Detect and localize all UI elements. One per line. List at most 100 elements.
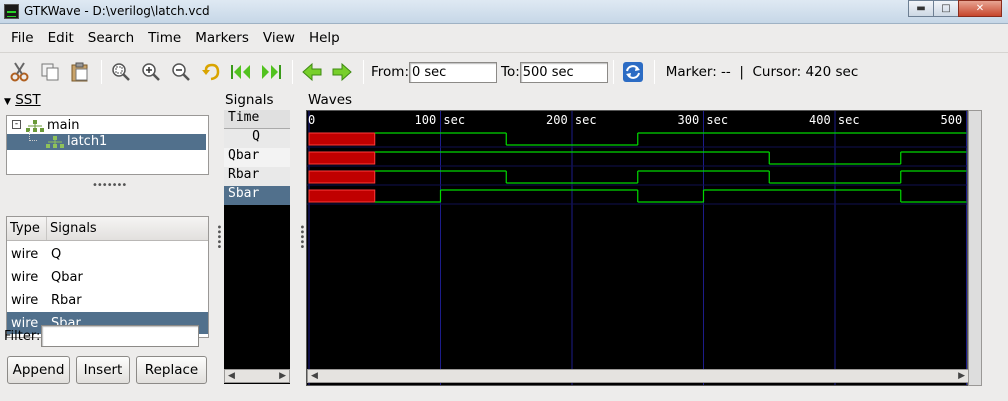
zoom-fit-icon[interactable] <box>107 58 135 86</box>
sst-tree: - main latch1 <box>6 115 209 175</box>
collapse-arrow-icon[interactable]: ▼ <box>4 97 11 107</box>
waveform-plot[interactable]: 0 100 sec 200 sec 300 sec 400 sec 500 s <box>307 111 968 386</box>
copy-icon[interactable] <box>36 58 64 86</box>
window-title: GTKWave - D:\verilog\latch.vcd <box>24 4 210 18</box>
signal-row-sbar[interactable]: Sbar <box>224 186 290 205</box>
sst-signal-list: Type Signals wire Q wire Qbar wire Rbar … <box>6 216 209 338</box>
prev-icon[interactable] <box>298 58 326 86</box>
menu-search[interactable]: Search <box>81 30 141 46</box>
signals-horizontal-scrollbar[interactable]: ◀ ▶ <box>224 369 290 383</box>
time-ruler <box>307 111 967 129</box>
window-controls: ▬ □ ✕ <box>908 0 1002 17</box>
filter-input[interactable] <box>41 325 199 347</box>
column-header-type[interactable]: Type <box>7 217 47 240</box>
cut-icon[interactable] <box>6 58 34 86</box>
signal-type: wire <box>11 246 39 262</box>
title-bar: GTKWave - D:\verilog\latch.vcd ▬ □ ✕ <box>0 0 1008 24</box>
tick-label: 100 sec <box>415 113 466 127</box>
zoom-out-icon[interactable] <box>167 58 195 86</box>
menu-help[interactable]: Help <box>302 30 347 46</box>
pane-resize-grip[interactable]: ••••• <box>213 224 224 249</box>
waveform-trace <box>374 132 967 146</box>
from-label: From: <box>371 64 409 80</box>
tree-collapse-icon[interactable]: - <box>12 120 21 129</box>
sst-label[interactable]: ▼ SST <box>4 92 41 108</box>
tick-label: 200 sec <box>546 113 597 127</box>
pane-resize-grip[interactable]: ••••••• <box>92 180 127 191</box>
waves-horizontal-scrollbar[interactable]: ◀ ▶ <box>307 369 969 383</box>
signal-type: wire <box>11 292 39 308</box>
marker-cursor-status: Marker: -- | Cursor: 420 sec <box>665 64 859 80</box>
reload-icon[interactable] <box>619 58 647 86</box>
menu-view[interactable]: View <box>256 30 302 46</box>
signal-name: Q <box>51 246 62 262</box>
signal-type: wire <box>11 269 39 285</box>
waves-vertical-scrollbar[interactable] <box>968 110 982 386</box>
toolbar-separator <box>292 60 293 84</box>
tick-label: 500 s <box>941 113 969 127</box>
minimize-button[interactable]: ▬ <box>908 0 934 17</box>
toolbar-separator <box>653 60 655 84</box>
undo-icon[interactable] <box>197 58 225 86</box>
signal-row-q[interactable]: Q <box>224 129 290 148</box>
maximize-button[interactable]: □ <box>933 0 959 17</box>
signal-name: Qbar <box>51 269 83 285</box>
zoom-end-icon[interactable] <box>257 58 285 86</box>
toolbar-separator <box>612 60 614 84</box>
menu-edit[interactable]: Edit <box>41 30 81 46</box>
waveform-trace <box>374 170 967 184</box>
list-item[interactable]: wire Qbar <box>7 266 208 288</box>
list-item[interactable]: wire Rbar <box>7 289 208 311</box>
signal-name: Rbar <box>51 292 82 308</box>
append-button[interactable]: Append <box>7 356 70 384</box>
scroll-right-icon[interactable]: ▶ <box>958 371 965 381</box>
unknown-segment <box>308 189 376 203</box>
tree-label-latch1: latch1 <box>67 134 108 149</box>
signal-row-qbar[interactable]: Qbar <box>224 148 290 167</box>
tick-label: 400 sec <box>809 113 860 127</box>
scroll-left-icon[interactable]: ◀ <box>228 371 235 381</box>
menu-file[interactable]: File <box>4 30 41 46</box>
menu-time[interactable]: Time <box>141 30 188 46</box>
list-item[interactable]: wire Q <box>7 243 208 265</box>
tree-connector <box>29 131 37 141</box>
filter-label: Filter: <box>4 329 41 344</box>
signal-row-rbar[interactable]: Rbar <box>224 167 290 186</box>
waves-canvas[interactable]: 0 100 sec 200 sec 300 sec 400 sec 500 s <box>306 110 968 386</box>
tree-label-main: main <box>47 118 80 133</box>
to-label: To: <box>501 64 520 80</box>
unknown-segment <box>308 132 376 146</box>
scroll-right-icon[interactable]: ▶ <box>279 371 286 381</box>
waveform-trace <box>374 189 967 203</box>
toolbar: From: To: Marker: -- | Cursor: 420 sec <box>0 54 1008 90</box>
column-header-signals[interactable]: Signals <box>47 217 208 240</box>
scroll-left-icon[interactable]: ◀ <box>311 371 318 381</box>
close-button[interactable]: ✕ <box>958 0 1002 17</box>
tick-label: 300 sec <box>678 113 729 127</box>
zoom-in-icon[interactable] <box>137 58 165 86</box>
signal-list-header: Type Signals <box>7 217 208 241</box>
unknown-segment <box>308 170 376 184</box>
zoom-start-icon[interactable] <box>227 58 255 86</box>
waves-pane-label: Waves <box>308 92 353 108</box>
tick-label: 0 <box>308 113 315 127</box>
module-icon <box>46 136 64 148</box>
to-input[interactable] <box>519 61 608 83</box>
gtkwave-window: File Edit Search Time Markers View Help <box>0 24 1008 401</box>
replace-button[interactable]: Replace <box>136 356 207 384</box>
menu-divider <box>0 52 1008 53</box>
signals-pane-label: Signals <box>225 92 274 108</box>
from-input[interactable] <box>409 61 497 83</box>
menu-bar: File Edit Search Time Markers View Help <box>0 24 1008 52</box>
waveform-trace <box>374 151 967 165</box>
insert-button[interactable]: Insert <box>76 356 130 384</box>
toolbar-separator <box>363 60 364 84</box>
menu-markers[interactable]: Markers <box>188 30 256 46</box>
next-icon[interactable] <box>328 58 356 86</box>
signals-pane: Time Q Qbar Rbar Sbar <box>224 110 290 384</box>
paste-icon[interactable] <box>66 58 94 86</box>
unknown-segment <box>308 151 376 165</box>
tree-item-latch1[interactable]: latch1 <box>7 131 206 150</box>
toolbar-separator <box>101 60 102 84</box>
gtkwave-app-icon <box>4 4 19 19</box>
